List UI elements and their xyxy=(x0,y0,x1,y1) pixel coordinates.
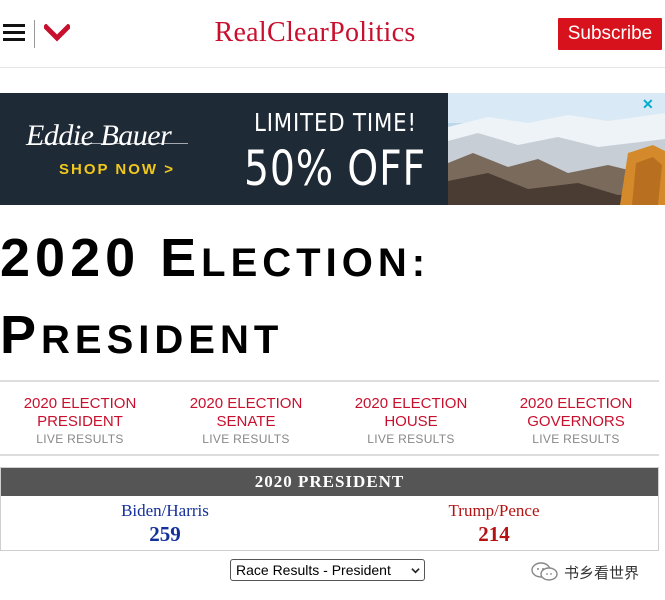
header-divider xyxy=(34,20,35,48)
chevron-down-icon xyxy=(411,568,420,574)
ad-shop-now[interactable]: SHOP NOW > xyxy=(59,161,175,178)
nav-item-governors[interactable]: 2020 ELECTION GOVERNORS LIVE RESULTS xyxy=(506,395,646,448)
page-title: 2020 ELECTION: PRESIDENT xyxy=(0,222,665,376)
race-select-value: Race Results - President xyxy=(236,562,391,578)
ad-landscape-image xyxy=(448,93,665,205)
site-logo[interactable]: RealClearPolitics xyxy=(170,17,460,49)
subscribe-button[interactable]: Subscribe xyxy=(558,18,662,50)
nav-item-senate[interactable]: 2020 ELECTION SENATE LIVE RESULTS xyxy=(162,395,330,448)
nav-item-president[interactable]: 2020 ELECTION PRESIDENT LIVE RESULTS xyxy=(8,395,152,448)
watermark-text: 书乡看世界 xyxy=(564,565,640,582)
results-heading: 2020 PRESIDENT xyxy=(1,468,658,496)
ad-banner[interactable]: Eddie Bauer SHOP NOW > LIMITED TIME! 50%… xyxy=(0,93,665,205)
candidate-name: Biden/Harris xyxy=(121,501,209,520)
race-results-select[interactable]: Race Results - President xyxy=(230,559,425,581)
menu-icon[interactable] xyxy=(3,24,25,42)
candidate-name: Trump/Pence xyxy=(448,501,540,520)
ad-offer: 50% OFF xyxy=(244,141,427,197)
results-box: 2020 PRESIDENT Biden/Harris 259 Trump/Pe… xyxy=(0,467,659,551)
site-header: RealClearPolitics Subscribe xyxy=(0,0,665,68)
page-title-line2: PRESIDENT xyxy=(0,305,284,365)
wechat-icon xyxy=(531,562,558,581)
chevron-down-icon[interactable] xyxy=(44,24,70,42)
ad-brand-logo: Eddie Bauer xyxy=(26,119,172,152)
nav-item-house[interactable]: 2020 ELECTION HOUSE LIVE RESULTS xyxy=(330,395,492,448)
candidate-votes: 214 xyxy=(478,522,510,546)
candidate-biden: Biden/Harris 259 xyxy=(65,501,265,547)
ad-logo-underline xyxy=(28,143,188,144)
candidate-votes: 259 xyxy=(149,522,181,546)
candidate-trump: Trump/Pence 214 xyxy=(394,501,594,547)
election-nav: 2020 ELECTION PRESIDENT LIVE RESULTS 202… xyxy=(0,380,659,456)
page-title-line1: 2020 ELECTION: xyxy=(0,228,431,288)
ad-headline: LIMITED TIME! xyxy=(254,108,417,137)
close-icon[interactable]: ✕ xyxy=(642,96,654,113)
